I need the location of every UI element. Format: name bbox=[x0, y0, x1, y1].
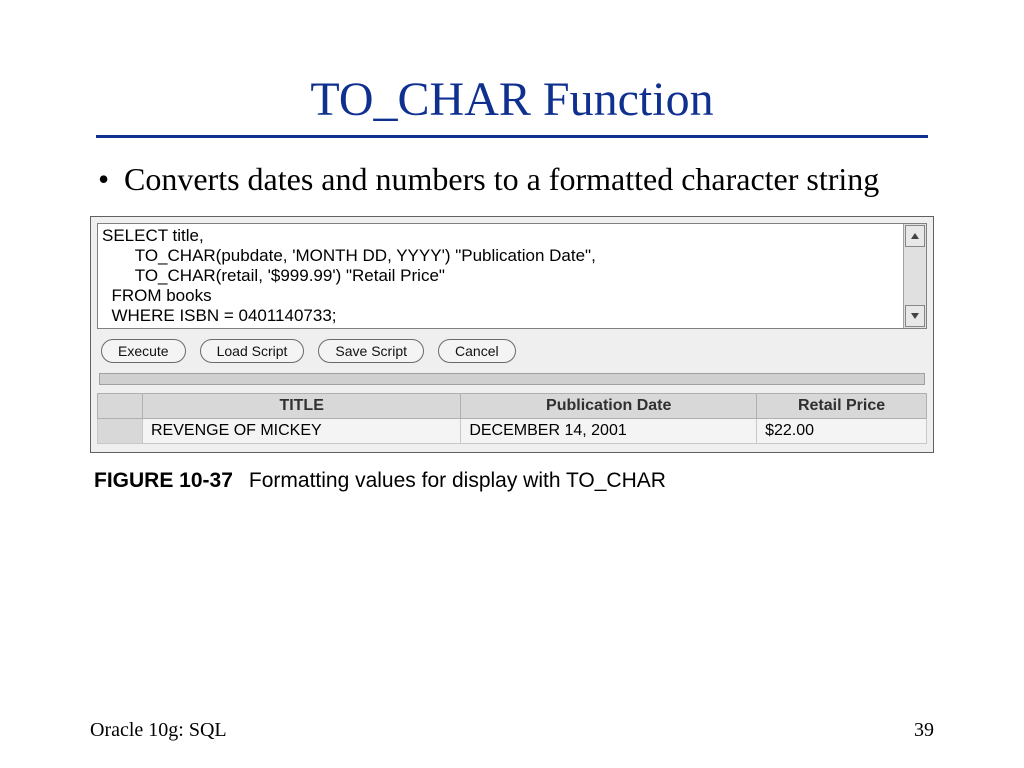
bullet-marker: • bbox=[98, 160, 124, 198]
result-table: TITLE Publication Date Retail Price REVE… bbox=[97, 393, 927, 444]
figure-number: FIGURE 10-37 bbox=[94, 469, 233, 492]
table-row: REVENGE OF MICKEY DECEMBER 14, 2001 $22.… bbox=[98, 419, 927, 444]
row-number bbox=[98, 419, 143, 444]
cell-price: $22.00 bbox=[757, 419, 927, 444]
scroll-up-icon[interactable] bbox=[905, 225, 925, 247]
figure-caption: FIGURE 10-37 Formatting values for displa… bbox=[94, 469, 930, 493]
cancel-button[interactable]: Cancel bbox=[438, 339, 516, 363]
scroll-down-icon[interactable] bbox=[905, 305, 925, 327]
slide-title: TO_CHAR Function bbox=[90, 72, 934, 127]
section-divider bbox=[99, 373, 925, 385]
table-header-row: TITLE Publication Date Retail Price bbox=[98, 394, 927, 419]
save-script-button[interactable]: Save Script bbox=[318, 339, 424, 363]
sql-code[interactable]: SELECT title, TO_CHAR(pubdate, 'MONTH DD… bbox=[98, 224, 903, 328]
footer-page-number: 39 bbox=[914, 719, 934, 742]
slide: TO_CHAR Function • Converts dates and nu… bbox=[0, 0, 1024, 493]
col-pubdate: Publication Date bbox=[461, 394, 757, 419]
bullet-item: • Converts dates and numbers to a format… bbox=[98, 160, 934, 198]
cell-pubdate: DECEMBER 14, 2001 bbox=[461, 419, 757, 444]
load-script-button[interactable]: Load Script bbox=[200, 339, 305, 363]
bullet-text: Converts dates and numbers to a formatte… bbox=[124, 160, 879, 198]
button-row: Execute Load Script Save Script Cancel bbox=[97, 329, 927, 369]
footer-left: Oracle 10g: SQL bbox=[90, 719, 227, 742]
title-divider bbox=[96, 135, 928, 138]
row-header-blank bbox=[98, 394, 143, 419]
sql-editor: SELECT title, TO_CHAR(pubdate, 'MONTH DD… bbox=[97, 223, 927, 329]
scrollbar[interactable] bbox=[903, 224, 926, 328]
figure-text: Formatting values for display with TO_CH… bbox=[249, 469, 666, 492]
col-title: TITLE bbox=[143, 394, 461, 419]
cell-title: REVENGE OF MICKEY bbox=[143, 419, 461, 444]
col-price: Retail Price bbox=[757, 394, 927, 419]
slide-footer: Oracle 10g: SQL 39 bbox=[90, 719, 934, 742]
sql-screenshot: SELECT title, TO_CHAR(pubdate, 'MONTH DD… bbox=[90, 216, 934, 453]
execute-button[interactable]: Execute bbox=[101, 339, 186, 363]
